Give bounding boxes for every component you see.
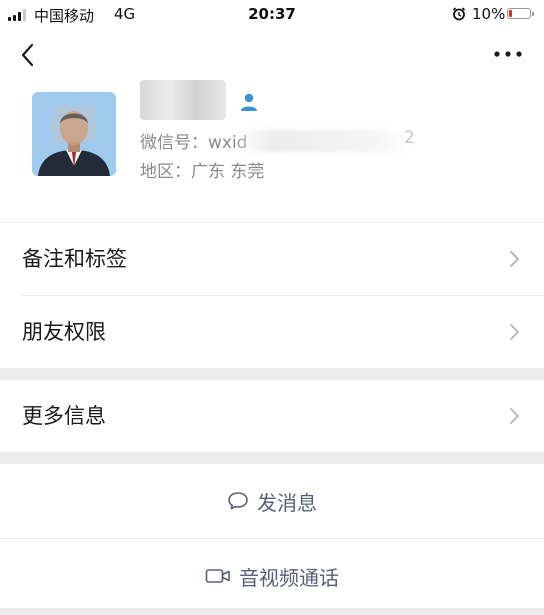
video-call-label: 音视频通话 xyxy=(239,565,339,590)
wechat-id-tail: 2 xyxy=(404,128,415,148)
section-gap xyxy=(0,368,544,380)
battery-percent: 10% xyxy=(472,5,506,23)
section-gap xyxy=(0,608,544,615)
section-gap xyxy=(0,452,544,464)
send-message-label: 发消息 xyxy=(257,490,317,515)
more-info-label: 更多信息 xyxy=(22,404,106,428)
wechat-id-redacted xyxy=(238,130,410,152)
chevron-left-icon[interactable] xyxy=(16,42,42,68)
chevron-right-icon xyxy=(510,324,519,340)
avatar-photo xyxy=(32,92,116,176)
remarks-tags-row[interactable]: 备注和标签 xyxy=(0,223,544,295)
contact-person-icon xyxy=(241,93,257,111)
friend-permissions-row[interactable]: 朋友权限 xyxy=(0,296,544,368)
wechat-id: 微信号：wxid xyxy=(140,133,248,153)
video-call-button[interactable]: 音视频通话 xyxy=(0,539,544,613)
chat-bubble-icon xyxy=(228,492,248,510)
avatar[interactable] xyxy=(32,92,116,176)
friend-permissions-label: 朋友权限 xyxy=(22,320,106,344)
remarks-tags-label: 备注和标签 xyxy=(22,247,127,271)
battery-icon xyxy=(507,8,534,19)
more-icon[interactable] xyxy=(492,46,524,62)
status-bar: 中国移动 4G 20:37 10% xyxy=(0,0,544,28)
chevron-right-icon xyxy=(510,408,519,424)
video-camera-icon xyxy=(205,569,230,583)
chevron-right-icon xyxy=(510,251,519,267)
alarm-icon xyxy=(452,7,466,21)
nickname-redacted xyxy=(140,80,226,120)
battery-level-fill xyxy=(509,10,512,17)
more-info-row[interactable]: 更多信息 xyxy=(0,380,544,452)
region: 地区：广东 东莞 xyxy=(140,162,265,182)
send-message-button[interactable]: 发消息 xyxy=(0,464,544,538)
